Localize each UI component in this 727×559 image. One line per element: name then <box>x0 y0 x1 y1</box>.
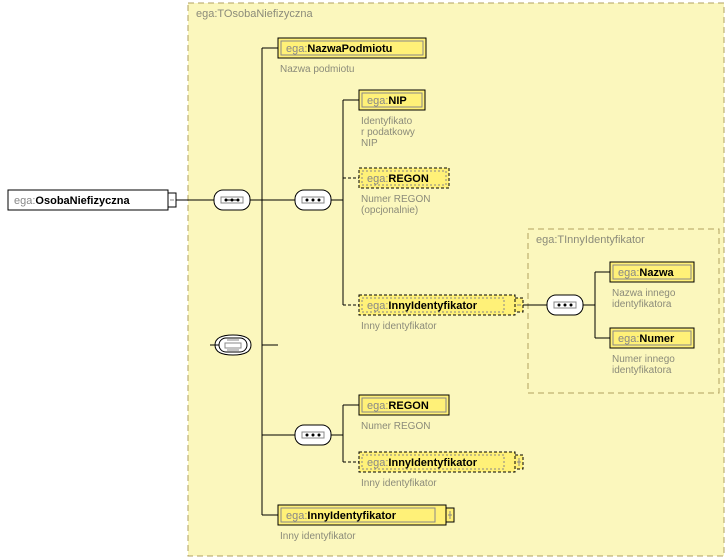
svg-text:ega:Nazwa: ega:Nazwa <box>618 267 675 279</box>
svg-text:ega:InnyIdentyfikator: ega:InnyIdentyfikator <box>286 510 397 522</box>
svg-text:Numer REGON: Numer REGON <box>361 194 430 205</box>
svg-text:r podatkowy: r podatkowy <box>361 127 415 138</box>
element-nip[interactable]: ega:NIP <box>359 90 425 110</box>
element-nazwa[interactable]: ega:Nazwa <box>610 262 694 282</box>
element-numer[interactable]: ega:Numer <box>610 328 694 348</box>
desc-nazwa-podmiotu: Nazwa podmiotu <box>280 64 354 75</box>
compositor-sequence-inner <box>547 295 583 315</box>
compositor-choice-mid <box>215 335 251 355</box>
element-inny-identyfikator-c[interactable]: ega:InnyIdentyfikator <box>278 505 454 525</box>
svg-text:ega:NazwaPodmiotu: ega:NazwaPodmiotu <box>286 43 392 55</box>
svg-text:(opcjonalnie): (opcjonalnie) <box>361 205 418 216</box>
group-title-outer: ega:TOsobaNiefizyczna <box>196 8 313 20</box>
element-osoba-niefizyczna[interactable]: ega:OsobaNiefizyczna <box>8 190 176 210</box>
compositor-sequence-a <box>295 190 331 210</box>
svg-text:ega:REGON: ega:REGON <box>367 173 429 185</box>
element-nazwa-podmiotu[interactable]: ega:NazwaPodmiotu <box>278 38 426 58</box>
svg-text:ega:REGON: ega:REGON <box>367 400 429 412</box>
svg-text:Identyfikato: Identyfikato <box>361 116 413 127</box>
element-regon[interactable]: ega:REGON <box>359 395 449 415</box>
svg-text:identyfikatora: identyfikatora <box>612 299 672 310</box>
svg-text:identyfikatora: identyfikatora <box>612 365 672 376</box>
svg-text:ega:InnyIdentyfikator: ega:InnyIdentyfikator <box>367 300 478 312</box>
svg-text:Inny identyfikator: Inny identyfikator <box>280 531 356 542</box>
schema-diagram: ega:TOsobaNiefizyczna ega:TInnyIdentyfik… <box>0 0 727 559</box>
element-inny-identyfikator-b[interactable]: ega:InnyIdentyfikator <box>359 452 523 472</box>
compositor-sequence-root <box>214 190 250 210</box>
element-regon-optional[interactable]: ega:REGON <box>359 168 449 188</box>
svg-text:Numer REGON: Numer REGON <box>361 421 430 432</box>
svg-text:Nazwa innego: Nazwa innego <box>612 288 676 299</box>
svg-text:ega:Numer: ega:Numer <box>618 333 675 345</box>
element-inny-identyfikator-a[interactable]: ega:InnyIdentyfikator <box>359 295 523 315</box>
svg-text:Inny identyfikator: Inny identyfikator <box>361 321 437 332</box>
svg-text:ega:NIP: ega:NIP <box>367 95 407 107</box>
group-title-inner: ega:TInnyIdentyfikator <box>536 234 645 246</box>
compositor-sequence-b <box>295 425 331 445</box>
svg-text:Numer innego: Numer innego <box>612 354 675 365</box>
svg-text:Inny identyfikator: Inny identyfikator <box>361 478 437 489</box>
svg-text:ega:InnyIdentyfikator: ega:InnyIdentyfikator <box>367 457 478 469</box>
svg-text:NIP: NIP <box>361 138 378 149</box>
svg-text:ega:OsobaNiefizyczna: ega:OsobaNiefizyczna <box>14 195 130 207</box>
